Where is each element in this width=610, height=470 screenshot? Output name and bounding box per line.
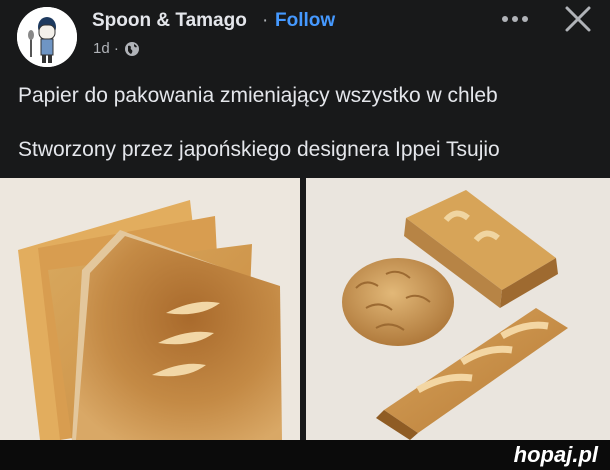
post-meta: 1d · [93, 40, 140, 57]
wrapped-bread-objects-photo[interactable] [306, 178, 610, 440]
post-header: Spoon & Tamago · Follow 1d · [0, 0, 610, 70]
watermark-bar: hopaj.pl [0, 440, 610, 470]
close-icon[interactable] [563, 4, 593, 34]
bread-paper-sheets-photo[interactable] [0, 178, 300, 440]
watermark-logo: hopaj.pl [513, 442, 598, 467]
author-name[interactable]: Spoon & Tamago [92, 10, 247, 32]
more-horizontal-icon[interactable] [497, 6, 533, 32]
post-text-line-2: Stworzony przez japońskiego designera Ip… [18, 138, 500, 161]
post-text-line-1: Papier do pakowania zmieniający wszystko… [18, 84, 498, 107]
post-time[interactable]: 1d · [93, 40, 119, 57]
author-avatar[interactable] [17, 7, 77, 67]
follow-button[interactable]: Follow [275, 10, 335, 32]
globe-icon [124, 41, 139, 56]
separator-dot: · [262, 10, 269, 31]
